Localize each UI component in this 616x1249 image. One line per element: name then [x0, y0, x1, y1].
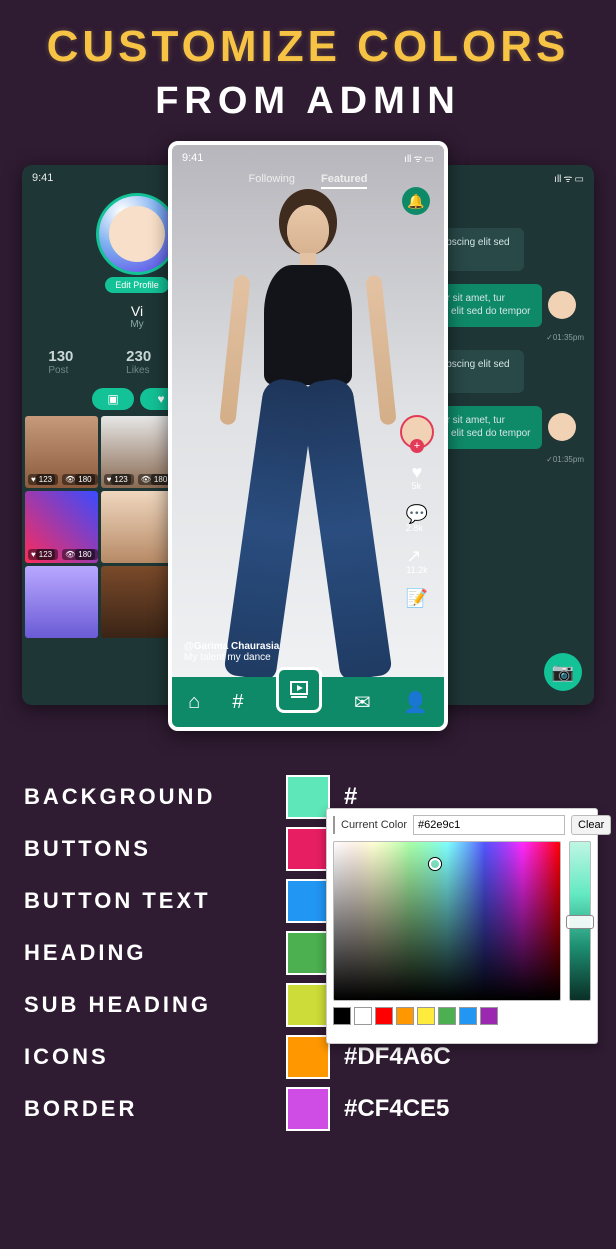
- views-badge: 👁180: [62, 474, 98, 485]
- avatar: [548, 413, 576, 441]
- nav-profile[interactable]: 👤: [403, 690, 428, 715]
- preset-swatch[interactable]: [333, 1007, 351, 1025]
- preset-swatch[interactable]: [396, 1007, 414, 1025]
- side-actions: ♥5k 💬2.8k ↗11.2k 📝: [400, 415, 434, 607]
- nav-create[interactable]: [276, 667, 322, 713]
- caption: @Garima Chaurasia My talent my dance: [184, 641, 279, 663]
- row-border: BORDER #CF4CE5: [24, 1083, 592, 1135]
- preset-swatch[interactable]: [438, 1007, 456, 1025]
- nav-home[interactable]: ⌂: [188, 691, 200, 714]
- share-button[interactable]: ↗11.2k: [406, 547, 427, 575]
- picker-slider-handle[interactable]: [566, 915, 594, 929]
- swatch-heading[interactable]: [286, 931, 330, 975]
- picker-clear-button[interactable]: Clear: [571, 815, 611, 835]
- preset-swatch[interactable]: [417, 1007, 435, 1025]
- preset-swatch[interactable]: [375, 1007, 393, 1025]
- value-background: #: [344, 783, 357, 811]
- picker-preset-swatches: [333, 1007, 591, 1025]
- picker-current-label: Current Color: [341, 819, 407, 831]
- bell-icon: 🔔: [407, 193, 424, 210]
- camera-fab[interactable]: 📷: [544, 653, 582, 691]
- grid-cell[interactable]: ♥123 👁180: [25, 416, 98, 488]
- swatch-icons[interactable]: [286, 1035, 330, 1079]
- picker-saturation-area[interactable]: [333, 841, 561, 1001]
- tab-following[interactable]: Following: [249, 173, 295, 189]
- note-icon: 📝: [406, 589, 428, 607]
- value-border: #CF4CE5: [344, 1095, 449, 1123]
- grid-cell[interactable]: ♥123👁180: [25, 491, 98, 563]
- swatch-button-text[interactable]: [286, 879, 330, 923]
- headline-line2: FROM ADMIN: [10, 80, 606, 123]
- picker-lightness-slider[interactable]: [569, 841, 591, 1001]
- status-icons: ıllᯤ▭: [402, 151, 434, 165]
- comment-button[interactable]: 💬2.8k: [406, 505, 428, 533]
- edit-profile-button[interactable]: Edit Profile: [105, 277, 169, 293]
- grid-cell[interactable]: [25, 566, 98, 638]
- swatch-background[interactable]: [286, 775, 330, 819]
- swatch-border[interactable]: [286, 1087, 330, 1131]
- preset-swatch[interactable]: [459, 1007, 477, 1025]
- bottom-nav: ⌂ # ✉ 👤: [172, 677, 444, 727]
- nav-inbox[interactable]: ✉: [354, 690, 371, 715]
- camera-icon: 📷: [552, 662, 574, 683]
- grid-cell[interactable]: [101, 491, 174, 563]
- likes-badge: ♥123: [28, 474, 58, 485]
- value-icons: #DF4A6C: [344, 1043, 451, 1071]
- headline-line1: CUSTOMIZE COLORS: [10, 22, 606, 72]
- avatar[interactable]: [96, 193, 178, 275]
- grid-cell[interactable]: [101, 566, 174, 638]
- like-button[interactable]: ♥5k: [412, 463, 423, 491]
- status-time: 9:41: [32, 172, 53, 184]
- color-picker-panel: Current Color Clear: [326, 808, 598, 1044]
- nav-discover[interactable]: #: [232, 691, 243, 714]
- stat-likes[interactable]: 230Likes: [126, 348, 151, 376]
- stat-posts[interactable]: 130Post: [48, 348, 73, 376]
- feed-image: [223, 205, 393, 695]
- picker-current-swatch: [333, 816, 335, 834]
- video-play-icon: [287, 678, 311, 702]
- preset-swatch[interactable]: [480, 1007, 498, 1025]
- author-avatar[interactable]: [400, 415, 434, 449]
- grid-cell[interactable]: ♥123👁180: [101, 416, 174, 488]
- avatar: [548, 291, 576, 319]
- share-icon: ↗: [406, 547, 427, 565]
- picker-hex-input[interactable]: [413, 815, 565, 835]
- preset-swatch[interactable]: [354, 1007, 372, 1025]
- tab-featured[interactable]: Featured: [321, 173, 367, 189]
- comment-icon: 💬: [406, 505, 428, 523]
- feed-screen: 9:41 ıllᯤ▭ Following Featured 🔔 ♥5k 💬2.8…: [168, 141, 448, 731]
- swatch-sub-heading[interactable]: [286, 983, 330, 1027]
- swatch-buttons[interactable]: [286, 827, 330, 871]
- picker-cursor[interactable]: [429, 858, 441, 870]
- notifications-button[interactable]: 🔔: [402, 187, 430, 215]
- status-icons: ıllᯤ▭: [552, 171, 584, 185]
- status-time: 9:41: [182, 152, 203, 164]
- more-button[interactable]: 📝: [406, 589, 428, 607]
- heart-icon: ♥: [412, 463, 423, 481]
- videos-tab-button[interactable]: ▣: [92, 388, 134, 410]
